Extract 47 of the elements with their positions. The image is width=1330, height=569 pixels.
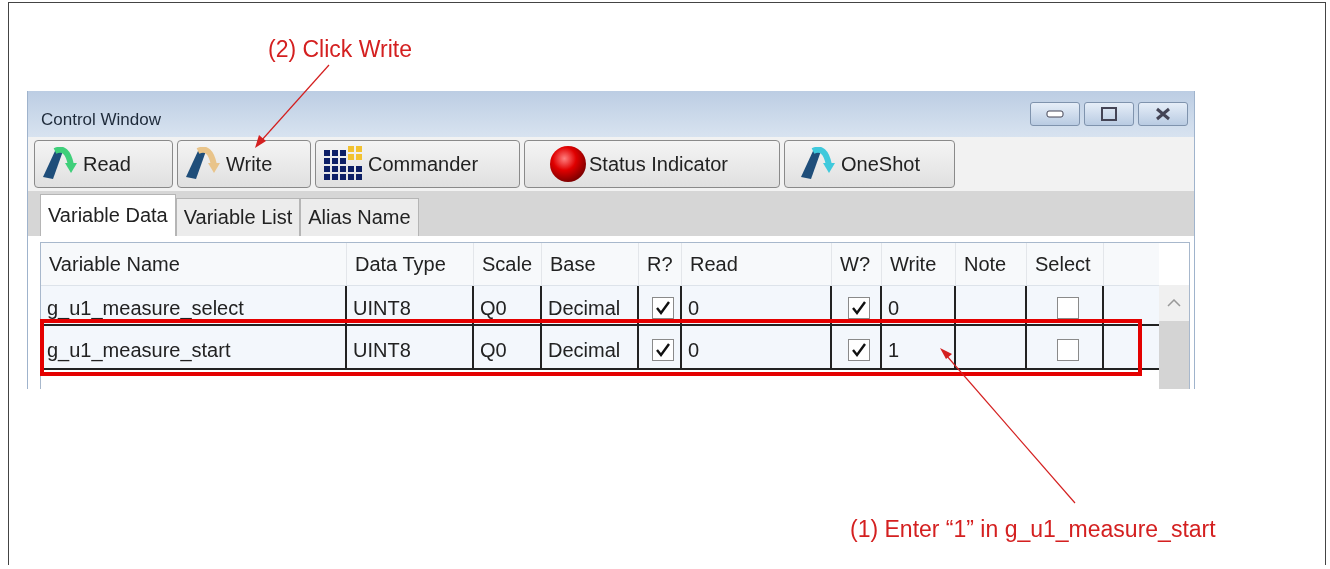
table-row[interactable]: g_u1_measure_select UINT8 Q0 Decimal 0 0	[41, 286, 1159, 326]
toolbar-button[interactable]: Commander	[315, 140, 520, 188]
tab[interactable]: Alias Name	[300, 198, 419, 236]
column-header[interactable]: Select	[1027, 243, 1104, 285]
checkbox[interactable]	[848, 297, 870, 319]
column-header[interactable]: Scale	[474, 243, 542, 285]
tab[interactable]: Variable Data	[40, 194, 176, 236]
table-cell: g_u1_measure_select	[41, 286, 347, 324]
column-header[interactable]: Variable Name	[41, 243, 347, 285]
table-cell: UINT8	[347, 286, 474, 324]
column-header[interactable]: Base	[542, 243, 639, 285]
column-header[interactable]: Read	[682, 243, 832, 285]
close-button[interactable]	[1138, 102, 1188, 126]
table-cell: Q0	[474, 286, 542, 324]
checkbox[interactable]	[651, 297, 674, 319]
toolbar-button[interactable]: Write	[177, 140, 311, 188]
sphere-icon	[549, 145, 587, 183]
table-cell: g_u1_measure_start	[41, 326, 347, 368]
window-title: Control Window	[41, 109, 161, 130]
table-cell: Decimal	[542, 286, 639, 324]
table-cell: Q0	[474, 326, 542, 368]
minimize-icon	[1046, 110, 1064, 118]
tab[interactable]: Variable List	[175, 198, 301, 236]
checkbox[interactable]	[1056, 297, 1079, 319]
column-header[interactable]: W?	[832, 243, 882, 285]
column-header[interactable]: Data Type	[347, 243, 474, 285]
scrollbar[interactable]	[1159, 243, 1189, 389]
column-header[interactable]: R?	[639, 243, 682, 285]
checkbox[interactable]	[1056, 339, 1079, 361]
table-cell: UINT8	[347, 326, 474, 368]
toolbar-button[interactable]: Read	[34, 140, 173, 188]
maximize-icon	[1101, 107, 1117, 121]
checkbox[interactable]	[848, 339, 870, 361]
toolbar-button[interactable]: Status Indicator	[524, 140, 780, 188]
table-row[interactable]: g_u1_measure_start UINT8 Q0 Decimal 0 1	[41, 326, 1159, 370]
table-cell: 0	[682, 326, 832, 368]
table-cell: 0	[682, 286, 832, 324]
annotation-text: (1) Enter “1” in g_u1_measure_start	[850, 516, 1216, 543]
column-header[interactable]: Write	[882, 243, 956, 285]
toolbar-button[interactable]: OneShot	[784, 140, 955, 188]
annotation-text: (2) Click Write	[268, 36, 412, 63]
maximize-button[interactable]	[1084, 102, 1134, 126]
checkbox[interactable]	[651, 339, 674, 361]
table-cell[interactable]: 0	[882, 286, 956, 324]
close-icon	[1154, 107, 1172, 121]
column-header[interactable]: Note	[956, 243, 1027, 285]
table-cell: Decimal	[542, 326, 639, 368]
